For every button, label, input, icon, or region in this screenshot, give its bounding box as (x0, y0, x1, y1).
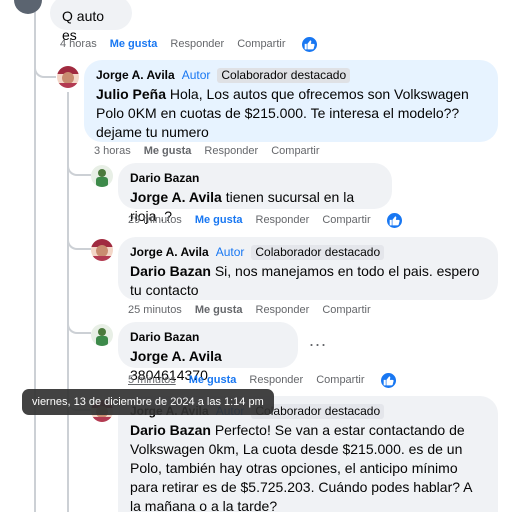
like-button[interactable]: Me gusta (195, 304, 243, 316)
avatar[interactable] (14, 0, 42, 14)
share-button[interactable]: Compartir (316, 374, 364, 386)
contributor-badge[interactable]: Colaborador destacado (217, 67, 351, 83)
author-name[interactable]: Dario Bazan (130, 329, 199, 345)
comment-actions: 29 minutos Me gusta Responder Compartir (128, 210, 416, 230)
comment-header: Dario Bazan (130, 170, 380, 186)
thread-curve (67, 160, 91, 176)
comment-timestamp[interactable]: 3 horas (94, 145, 131, 157)
comment-actions: 5 minutos Me gusta Responder Compartir (128, 370, 410, 390)
comment-body: Dario Bazan Perfecto! Se van a estar con… (130, 421, 486, 512)
comment-actions: 25 minutos Me gusta Responder Compartir (128, 300, 384, 320)
mention-link[interactable]: Jorge A. Avila (130, 189, 222, 205)
author-name[interactable]: Jorge A. Avila (130, 244, 209, 260)
comment-timestamp[interactable]: 4 horas (60, 38, 97, 50)
comment-timestamp[interactable]: 29 minutos (128, 214, 182, 226)
share-button[interactable]: Compartir (322, 214, 370, 226)
thread-curve (67, 234, 91, 250)
comment-timestamp[interactable]: 25 minutos (128, 304, 182, 316)
like-reaction-icon[interactable] (300, 35, 318, 53)
thread-curve (67, 318, 91, 334)
author-tag: Autor (215, 245, 245, 259)
comment-body: Julio Peña Hola, Los autos que ofrecemos… (96, 85, 486, 142)
thread-line (67, 92, 69, 512)
reply-button[interactable]: Responder (256, 214, 310, 226)
comment-body: Dario Bazan Si, nos manejamos en todo el… (130, 262, 486, 300)
mention-link[interactable]: Dario Bazan (130, 422, 211, 438)
reply-button[interactable]: Responder (204, 145, 258, 157)
mention-link[interactable]: Dario Bazan (130, 263, 211, 279)
comment-header: Dario Bazan (130, 329, 286, 345)
comment-timestamp[interactable]: 5 minutos (128, 374, 176, 386)
like-reaction-icon[interactable] (379, 371, 397, 389)
contributor-badge[interactable]: Colaborador destacado (251, 244, 385, 260)
avatar[interactable] (91, 324, 113, 346)
avatar[interactable] (91, 165, 113, 187)
author-name[interactable]: Jorge A. Avila (96, 67, 175, 83)
thread-line (34, 12, 36, 512)
comment-bubble: Q auto es (50, 0, 132, 43)
comment-header: Jorge A. Avila Autor Colaborador destaca… (96, 67, 486, 83)
mention-link[interactable]: Julio Peña (96, 86, 166, 102)
avatar[interactable] (91, 239, 113, 261)
thread-curve (34, 60, 56, 78)
avatar[interactable] (57, 66, 79, 88)
comment-bubble: Jorge A. Avila Autor Colaborador destaca… (118, 237, 498, 300)
comment-actions: 3 horas Me gusta Responder Compartir (94, 141, 333, 161)
like-button[interactable]: Me gusta (195, 214, 243, 226)
share-button[interactable]: Compartir (237, 38, 285, 50)
comment-header: Jorge A. Avila Autor Colaborador destaca… (130, 244, 486, 260)
reply-button[interactable]: Responder (249, 374, 303, 386)
author-name[interactable]: Dario Bazan (130, 170, 199, 186)
share-button[interactable]: Compartir (271, 145, 319, 157)
like-reaction-icon[interactable] (385, 211, 403, 229)
timestamp-tooltip: viernes, 13 de diciembre de 2024 a las 1… (22, 389, 274, 415)
like-button[interactable]: Me gusta (110, 38, 158, 50)
author-tag: Autor (181, 68, 211, 82)
like-button[interactable]: Me gusta (189, 374, 237, 386)
more-options-icon[interactable]: ... (309, 330, 327, 351)
share-button[interactable]: Compartir (322, 304, 370, 316)
comment-bubble: Dario Bazan Jorge A. Avila tienen sucurs… (118, 163, 392, 224)
like-button[interactable]: Me gusta (144, 145, 192, 157)
mention-link[interactable]: Jorge A. Avila (130, 348, 222, 364)
comment-bubble: Jorge A. Avila Autor Colaborador destaca… (84, 60, 498, 142)
reply-button[interactable]: Responder (256, 304, 310, 316)
comment-bubble: Dario Bazan Jorge A. Avila 3804614370 (118, 322, 298, 383)
comment-actions: 4 horas Me gusta Responder Compartir (60, 34, 331, 54)
reply-button[interactable]: Responder (170, 38, 224, 50)
